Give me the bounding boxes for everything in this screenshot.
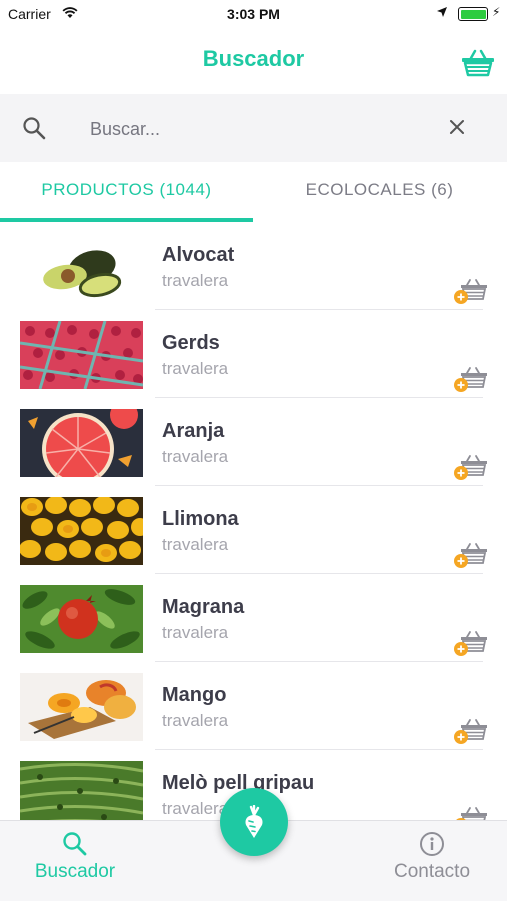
product-seller: travalera — [162, 799, 229, 818]
product-image-grapefruit — [20, 409, 143, 477]
product-name: Llimona — [162, 508, 239, 530]
segment-tabs: PRODUCTOS (1044) ECOLOCALES (6) — [0, 162, 507, 222]
product-row[interactable]: Mango travalera — [0, 662, 507, 750]
basket-button[interactable] — [460, 48, 496, 78]
add-to-basket-icon — [454, 279, 487, 304]
search-icon — [0, 831, 150, 862]
product-seller: travalera — [162, 359, 229, 378]
nav-bar: Buscador — [0, 28, 507, 94]
product-image-melon — [20, 761, 143, 820]
tab-productos[interactable]: PRODUCTOS (1044) — [0, 162, 253, 222]
product-seller: travalera — [162, 623, 229, 642]
clear-search-icon[interactable] — [448, 118, 466, 141]
tab-bar-contact[interactable]: Contacto — [357, 821, 507, 901]
carrot-icon — [245, 805, 263, 838]
add-to-basket-button[interactable] — [453, 542, 489, 570]
add-to-basket-icon — [454, 367, 487, 392]
add-to-basket-button[interactable] — [453, 630, 489, 658]
product-name: Magrana — [162, 596, 245, 618]
product-image-lemons — [20, 497, 143, 565]
search-icon — [22, 116, 46, 145]
info-icon — [357, 831, 507, 862]
product-seller: travalera — [162, 447, 229, 466]
add-to-basket-button[interactable] — [453, 366, 489, 394]
product-row[interactable]: Gerds travalera — [0, 310, 507, 398]
tab-bar-search[interactable]: Buscador — [0, 821, 150, 901]
location-arrow-icon — [436, 5, 448, 21]
tab-ecolocales[interactable]: ECOLOCALES (6) — [253, 162, 506, 222]
product-name: Mango — [162, 684, 227, 706]
product-image-raspberries — [20, 321, 143, 389]
product-seller: travalera — [162, 271, 229, 290]
battery-icon — [458, 7, 488, 21]
page-title: Buscador — [202, 46, 305, 71]
product-image-pomegranate — [20, 585, 143, 653]
product-row[interactable]: Magrana travalera — [0, 574, 507, 662]
carrot-fab-button[interactable] — [220, 788, 288, 856]
tab-bar-search-label: Buscador — [34, 861, 116, 882]
product-name: Gerds — [162, 332, 220, 354]
product-image-mango — [20, 673, 143, 741]
add-to-basket-icon — [454, 719, 487, 744]
add-to-basket-icon — [454, 631, 487, 656]
add-to-basket-icon — [454, 543, 487, 568]
product-name: Alvocat — [162, 244, 235, 266]
product-list: Alvocat travalera Gerds travalera Aranja… — [0, 222, 507, 820]
add-to-basket-button[interactable] — [453, 454, 489, 482]
product-row[interactable]: Aranja travalera — [0, 398, 507, 486]
product-row[interactable]: Llimona travalera — [0, 486, 507, 574]
add-to-basket-button[interactable] — [453, 806, 489, 820]
charging-bolt-icon: ⚡ — [492, 5, 501, 19]
add-to-basket-icon — [454, 455, 487, 480]
add-to-basket-icon — [456, 807, 487, 820]
product-image-avocado — [20, 233, 143, 301]
tab-bar-contact-label: Contacto — [393, 861, 471, 882]
clock: 3:03 PM — [227, 6, 280, 22]
product-seller: travalera — [162, 535, 229, 554]
basket-icon — [462, 49, 494, 77]
product-name: Aranja — [162, 420, 225, 442]
product-seller: travalera — [162, 711, 229, 730]
product-row[interactable]: Alvocat travalera — [0, 222, 507, 310]
search-bar — [0, 94, 507, 162]
search-input[interactable] — [88, 112, 412, 146]
add-to-basket-button[interactable] — [453, 718, 489, 746]
status-bar: Carrier 3:03 PM ⚡ — [0, 0, 507, 28]
add-to-basket-button[interactable] — [453, 278, 489, 306]
